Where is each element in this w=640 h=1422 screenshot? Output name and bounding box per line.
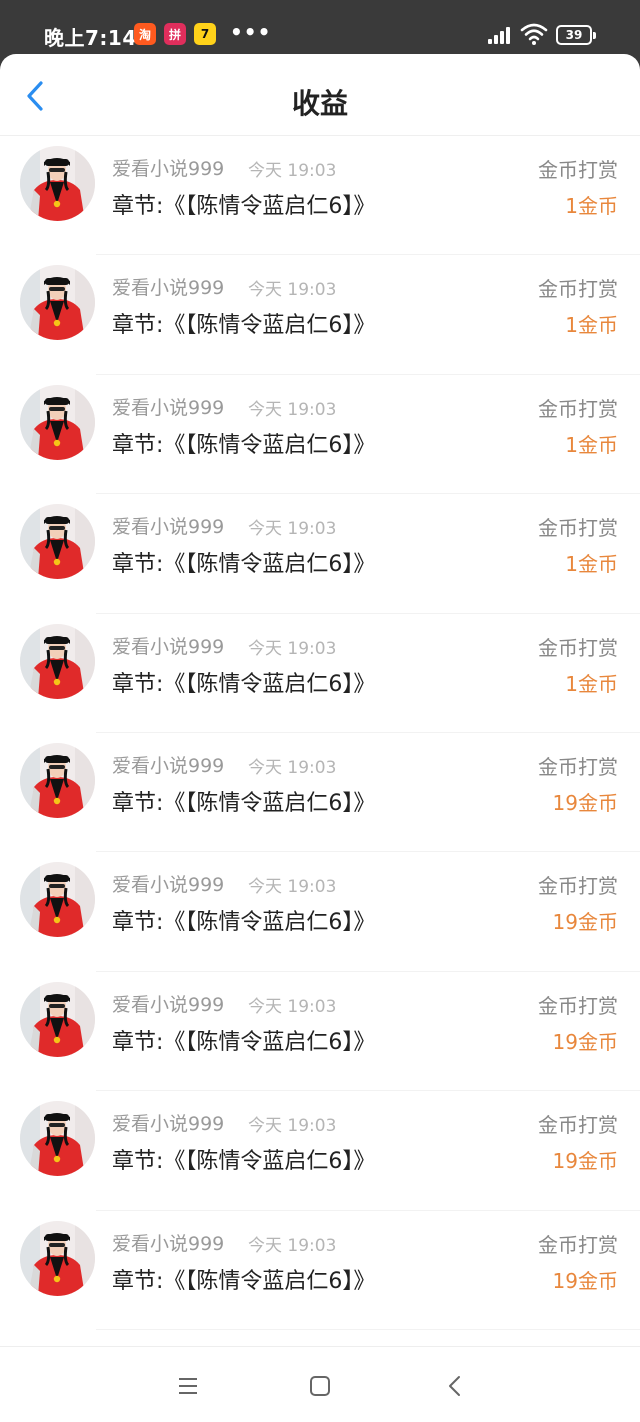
record-time: 今天 19:03 bbox=[248, 161, 337, 181]
user-photo-icon bbox=[20, 981, 95, 1057]
reward-amount: 1金币 bbox=[565, 313, 618, 338]
system-back-button[interactable] bbox=[440, 1371, 470, 1401]
home-square-icon bbox=[310, 1376, 330, 1396]
list-item[interactable]: 爱看小说999 今天 19:03 章节:《【陈情令蓝启仁6】》 金币打赏 1金币 bbox=[0, 136, 640, 256]
reward-type: 金币打赏 bbox=[538, 277, 618, 302]
chapter-title: 章节:《【陈情令蓝启仁6】》 bbox=[112, 1149, 376, 1175]
taobao-app-icon: 淘 bbox=[134, 23, 156, 45]
user-photo-icon bbox=[20, 384, 95, 460]
reward-type: 金币打赏 bbox=[538, 754, 618, 779]
record-time: 今天 19:03 bbox=[248, 1235, 337, 1256]
record-time: 今天 19:03 bbox=[248, 996, 337, 1017]
reward-amount: 19金币 bbox=[552, 1268, 618, 1293]
avatar[interactable] bbox=[20, 623, 95, 699]
more-notifications-icon: ••• bbox=[230, 20, 272, 44]
list-item[interactable]: 爱看小说999 今天 19:03 章节:《【陈情令蓝启仁6】》 金币打赏 1金币 bbox=[0, 494, 640, 614]
user-photo-icon bbox=[20, 265, 95, 341]
record-time: 今天 19:03 bbox=[248, 638, 337, 659]
record-time: 今天 19:03 bbox=[248, 519, 337, 540]
sender-name: 爱看小说999 bbox=[112, 1113, 225, 1136]
chapter-title: 章节:《【陈情令蓝启仁6】》 bbox=[112, 552, 376, 578]
reward-type: 金币打赏 bbox=[538, 158, 618, 182]
avatar[interactable] bbox=[20, 265, 95, 341]
user-photo-icon bbox=[20, 742, 95, 818]
user-photo-icon bbox=[20, 1220, 95, 1296]
page-title: 收益 bbox=[291, 87, 348, 120]
list-item[interactable]: 爱看小说999 今天 19:03 章节:《【陈情令蓝启仁6】》 金币打赏 1金币 bbox=[0, 255, 640, 376]
record-time: 今天 19:03 bbox=[248, 280, 337, 301]
chapter-title: 章节:《【陈情令蓝启仁6】》 bbox=[112, 790, 376, 816]
earnings-list: 爱看小说999 今天 19:03 章节:《【陈情令蓝启仁6】》 金币打赏 1金币… bbox=[0, 136, 640, 1346]
menu-icon bbox=[179, 1378, 197, 1394]
sender-name: 爱看小说999 bbox=[112, 635, 225, 658]
sender-name: 爱看小说999 bbox=[112, 1232, 225, 1255]
app-header: 收益 bbox=[0, 54, 640, 136]
list-item[interactable]: 爱看小说999 今天 19:03 章节:《【陈情令蓝启仁6】》 金币打赏 19金… bbox=[0, 1211, 640, 1331]
reward-amount: 1金币 bbox=[565, 194, 618, 218]
sender-name: 爱看小说999 bbox=[112, 396, 225, 419]
record-time: 今天 19:03 bbox=[248, 399, 337, 420]
reward-type: 金币打赏 bbox=[538, 516, 618, 541]
reward-amount: 19金币 bbox=[552, 910, 618, 935]
signal-icon bbox=[488, 26, 514, 44]
avatar[interactable] bbox=[20, 742, 95, 818]
status-time: 晚上7:14 bbox=[44, 26, 137, 50]
avatar[interactable] bbox=[20, 146, 95, 221]
recent-apps-button[interactable] bbox=[173, 1371, 203, 1401]
record-time: 今天 19:03 bbox=[248, 757, 337, 778]
list-item[interactable]: 爱看小说999 今天 19:03 章节:《【陈情令蓝启仁6】》 金币打赏 19金… bbox=[0, 733, 640, 853]
reward-type: 金币打赏 bbox=[538, 874, 618, 899]
list-item[interactable]: 爱看小说999 今天 19:03 章节:《【陈情令蓝启仁6】》 金币打赏 1金币 bbox=[0, 614, 640, 734]
chapter-title: 章节:《【陈情令蓝启仁6】》 bbox=[112, 1268, 376, 1294]
reward-amount: 19金币 bbox=[552, 1149, 618, 1174]
reward-type: 金币打赏 bbox=[538, 993, 618, 1018]
record-time: 今天 19:03 bbox=[248, 1116, 337, 1137]
avatar[interactable] bbox=[20, 1220, 95, 1296]
reward-type: 金币打赏 bbox=[538, 1232, 618, 1257]
user-photo-icon bbox=[20, 862, 95, 938]
reward-amount: 1金币 bbox=[565, 671, 618, 696]
chapter-title: 章节:《【陈情令蓝启仁6】》 bbox=[112, 1029, 376, 1055]
system-nav-bar bbox=[0, 1346, 640, 1422]
chapter-title: 章节:《【陈情令蓝启仁6】》 bbox=[112, 910, 376, 936]
back-triangle-icon bbox=[449, 1376, 460, 1396]
list-item[interactable]: 爱看小说999 今天 19:03 章节:《【陈情令蓝启仁6】》 金币打赏 1金币 bbox=[0, 375, 640, 495]
avatar[interactable] bbox=[20, 384, 95, 460]
home-button[interactable] bbox=[305, 1371, 335, 1401]
avatar[interactable] bbox=[20, 981, 95, 1057]
battery-icon: 39 bbox=[556, 25, 596, 45]
sender-name: 爱看小说999 bbox=[112, 516, 225, 539]
sender-name: 爱看小说999 bbox=[112, 874, 225, 897]
reward-amount: 1金币 bbox=[565, 432, 618, 457]
chapter-title: 章节:《【陈情令蓝启仁6】》 bbox=[112, 194, 376, 219]
list-item[interactable]: 爱看小说999 今天 19:03 章节:《【陈情令蓝启仁6】》 金币打赏 19金… bbox=[0, 852, 640, 973]
pinduoduo-app-icon: 拼 bbox=[164, 23, 186, 45]
reward-amount: 1金币 bbox=[565, 552, 618, 577]
battery-level: 39 bbox=[565, 28, 583, 42]
sender-name: 爱看小说999 bbox=[112, 158, 225, 180]
sender-name: 爱看小说999 bbox=[112, 993, 225, 1016]
avatar[interactable] bbox=[20, 862, 95, 938]
reward-type: 金币打赏 bbox=[538, 635, 618, 660]
avatar[interactable] bbox=[20, 504, 95, 580]
sender-name: 爱看小说999 bbox=[112, 754, 225, 777]
wifi-icon bbox=[520, 23, 548, 45]
reward-type: 金币打赏 bbox=[538, 396, 618, 421]
list-item[interactable]: 爱看小说999 今天 19:03 章节:《【陈情令蓝启仁6】》 金币打赏 19金… bbox=[0, 972, 640, 1092]
sender-name: 爱看小说999 bbox=[112, 277, 225, 300]
avatar[interactable] bbox=[20, 1101, 95, 1177]
user-photo-icon bbox=[20, 146, 95, 221]
user-photo-icon bbox=[20, 623, 95, 699]
chapter-title: 章节:《【陈情令蓝启仁6】》 bbox=[112, 432, 376, 458]
record-time: 今天 19:03 bbox=[248, 877, 337, 898]
chapter-title: 章节:《【陈情令蓝启仁6】》 bbox=[112, 313, 376, 339]
user-photo-icon bbox=[20, 1101, 95, 1177]
reward-amount: 19金币 bbox=[552, 790, 618, 815]
chapter-title: 章节:《【陈情令蓝启仁6】》 bbox=[112, 671, 376, 697]
list-item[interactable]: 爱看小说999 今天 19:03 章节:《【陈情令蓝启仁6】》 金币打赏 19金… bbox=[0, 1091, 640, 1211]
seven-app-icon: 7 bbox=[194, 23, 216, 45]
reward-type: 金币打赏 bbox=[538, 1113, 618, 1138]
user-photo-icon bbox=[20, 504, 95, 580]
reward-amount: 19金币 bbox=[552, 1029, 618, 1054]
